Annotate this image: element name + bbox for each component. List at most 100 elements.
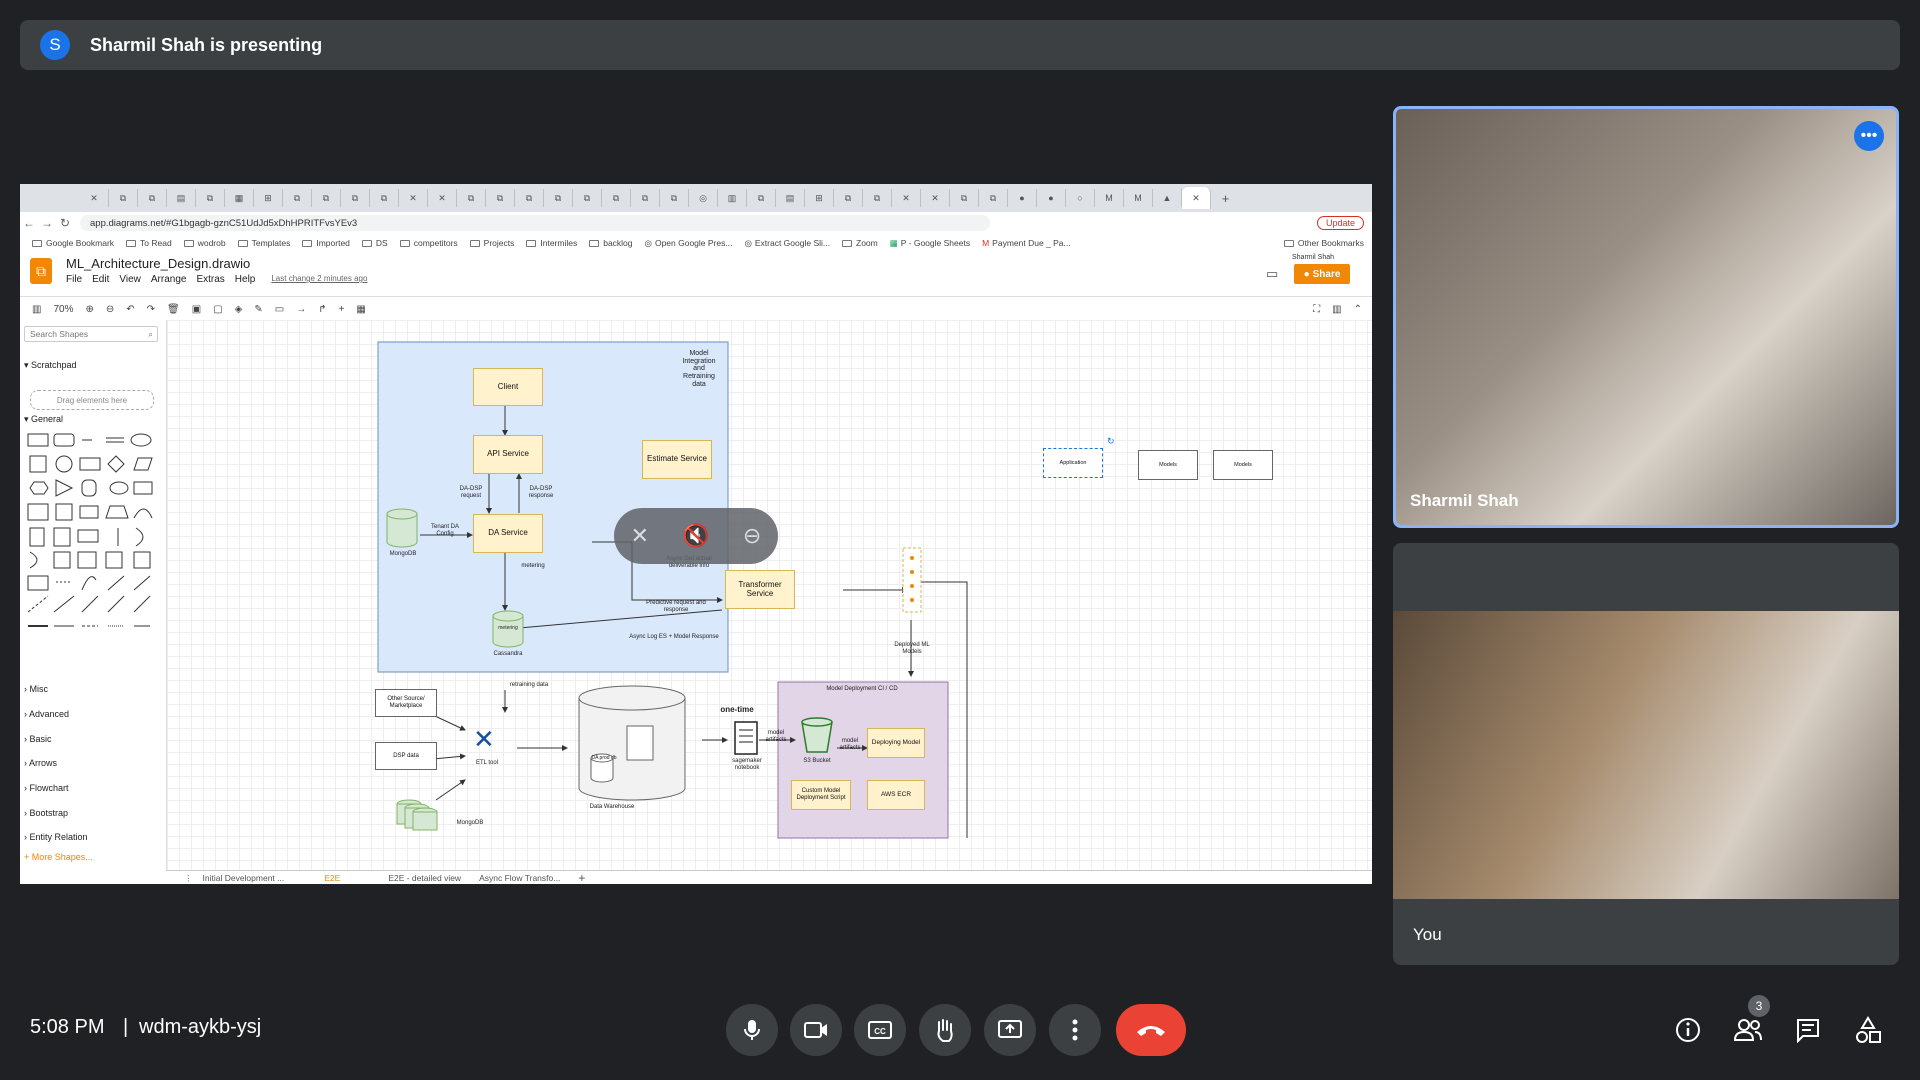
connection-icon[interactable]: → [296, 304, 306, 315]
scratchpad-drop-zone[interactable]: Drag elements here [30, 390, 154, 410]
da-service-box[interactable]: DA Service [473, 514, 543, 553]
new-tab-icon[interactable]: + [1211, 189, 1240, 207]
browser-tab[interactable]: ⧉ [979, 189, 1008, 207]
browser-tab[interactable]: ⧉ [660, 189, 689, 207]
page-options-icon[interactable]: ⋮ [184, 873, 193, 884]
models-box-2[interactable]: Models [1213, 450, 1273, 480]
user-name[interactable]: Sharmil Shah [1292, 254, 1334, 261]
browser-tab[interactable]: ⧉ [196, 189, 225, 207]
menu-extras[interactable]: Extras [196, 274, 224, 285]
section-basic[interactable]: › Basic [24, 734, 52, 744]
mute-presentation-icon[interactable]: 🔇 [682, 523, 709, 549]
menu-file[interactable]: File [66, 274, 82, 285]
section-bootstrap[interactable]: › Bootstrap [24, 808, 68, 818]
browser-tab[interactable]: ● [1008, 189, 1037, 207]
estimate-service-box[interactable]: Estimate Service [642, 440, 712, 479]
redo-icon[interactable]: ↷ [147, 304, 155, 315]
general-header[interactable]: ▾ General [24, 414, 63, 425]
bookmark[interactable]: Projects [469, 238, 514, 248]
menu-help[interactable]: Help [235, 274, 256, 285]
section-advanced[interactable]: › Advanced [24, 709, 69, 719]
aws-ecr-box[interactable]: AWS ECR [867, 780, 925, 810]
back-icon[interactable]: ← [20, 216, 38, 230]
deploying-model-box[interactable]: Deploying Model [867, 728, 925, 758]
browser-tab[interactable]: ⧉ [312, 189, 341, 207]
present-button[interactable] [984, 1004, 1036, 1056]
delete-icon[interactable]: 🗑 [167, 304, 180, 315]
reload-icon[interactable]: ↻ [56, 216, 74, 230]
line-color-icon[interactable]: ✎ [254, 304, 262, 315]
browser-tab[interactable]: M [1095, 189, 1124, 207]
bookmark[interactable]: ◎ Extract Google Sli... [744, 238, 830, 249]
page-tab-e2e-detailed[interactable]: E2E - detailed view [388, 873, 461, 883]
client-box[interactable]: Client [473, 368, 543, 406]
api-service-box[interactable]: API Service [473, 435, 543, 474]
browser-tab[interactable]: ⧉ [370, 189, 399, 207]
panel-toggle-icon[interactable]: ▥ [32, 304, 41, 315]
fullscreen-icon[interactable]: ⛶ [1313, 304, 1320, 315]
more-options-button[interactable] [1049, 1004, 1101, 1056]
undo-icon[interactable]: ↶ [126, 304, 134, 315]
other-source-box[interactable]: Other Source/ Marketplace [375, 689, 437, 717]
bookmark[interactable]: M Payment Due _ Pa... [982, 238, 1071, 248]
browser-tab[interactable]: ⊞ [254, 189, 283, 207]
file-title[interactable]: ML_Architecture_Design.drawio [66, 256, 250, 271]
browser-tab[interactable]: ▤ [776, 189, 805, 207]
bookmark[interactable]: Zoom [842, 238, 878, 248]
data-warehouse-cylinder[interactable] [577, 684, 687, 804]
section-flowchart[interactable]: › Flowchart [24, 783, 69, 793]
bookmark[interactable]: To Read [126, 238, 172, 248]
rotate-handle-icon[interactable]: ↻ [1107, 436, 1115, 447]
browser-tab[interactable]: ▤ [167, 189, 196, 207]
share-button[interactable]: ● Share [1294, 264, 1350, 284]
captions-button[interactable]: CC [854, 1004, 906, 1056]
browser-tab[interactable]: ⧉ [544, 189, 573, 207]
bookmark[interactable]: Other Bookmarks [1283, 238, 1364, 248]
more-shapes-link[interactable]: + More Shapes... [24, 852, 93, 862]
chat-button[interactable] [1792, 1014, 1824, 1046]
browser-tab[interactable]: ⧉ [486, 189, 515, 207]
section-misc[interactable]: › Misc [24, 684, 48, 694]
bookmark[interactable]: Templates [237, 238, 290, 248]
browser-tab[interactable]: ⧉ [573, 189, 602, 207]
diagram-canvas[interactable]: Model Integration and Retraining data Cl… [167, 320, 1372, 870]
browser-tab[interactable]: ✕ [921, 189, 950, 207]
to-front-icon[interactable]: ▣ [192, 304, 201, 315]
shadow-icon[interactable]: ▭ [275, 304, 284, 315]
custom-script-box[interactable]: Custom Model Deployment Script [791, 780, 851, 810]
forward-icon[interactable]: → [38, 216, 56, 230]
leave-call-button[interactable] [1116, 1004, 1186, 1056]
scratchpad-header[interactable]: ▾ Scratchpad [24, 360, 77, 371]
unpin-icon[interactable]: ✕ [631, 523, 649, 549]
microphone-button[interactable] [726, 1004, 778, 1056]
update-button[interactable]: Update [1316, 216, 1364, 230]
application-box-selected[interactable]: Application [1043, 448, 1103, 478]
raise-hand-button[interactable] [919, 1004, 971, 1056]
page-tab-initial[interactable]: Initial Development ... [203, 873, 285, 883]
insert-icon[interactable]: + [339, 304, 345, 315]
last-change[interactable]: Last change 2 minutes ago [271, 274, 367, 285]
presenter-video-tile[interactable]: ••• Sharmil Shah [1393, 106, 1899, 528]
browser-tab[interactable]: ○ [1066, 189, 1095, 207]
bookmark[interactable]: Google Bookmark [32, 238, 114, 248]
browser-tab[interactable]: ✕ [399, 189, 428, 207]
browser-tab[interactable]: M [1124, 189, 1153, 207]
browser-tab[interactable]: ⧉ [341, 189, 370, 207]
browser-tab[interactable]: ⧉ [631, 189, 660, 207]
bookmark[interactable]: DS [361, 238, 388, 248]
browser-tab[interactable]: ⧉ [950, 189, 979, 207]
browser-tab[interactable]: ✕ [892, 189, 921, 207]
browser-tab[interactable]: ▦ [225, 189, 254, 207]
meeting-details-button[interactable] [1672, 1014, 1704, 1046]
browser-tab[interactable]: ⧉ [863, 189, 892, 207]
browser-tab[interactable]: ⧉ [515, 189, 544, 207]
people-button[interactable] [1732, 1014, 1764, 1046]
models-stack[interactable] [897, 546, 927, 614]
mongodb-shards-icon[interactable] [395, 798, 451, 832]
activities-button[interactable] [1852, 1014, 1884, 1046]
browser-tab[interactable]: ◎ [689, 189, 718, 207]
remove-icon[interactable]: ⊖ [743, 523, 761, 549]
section-entity-relation[interactable]: › Entity Relation [24, 832, 88, 842]
mongodb-cylinder[interactable] [386, 508, 418, 548]
menu-view[interactable]: View [119, 274, 141, 285]
